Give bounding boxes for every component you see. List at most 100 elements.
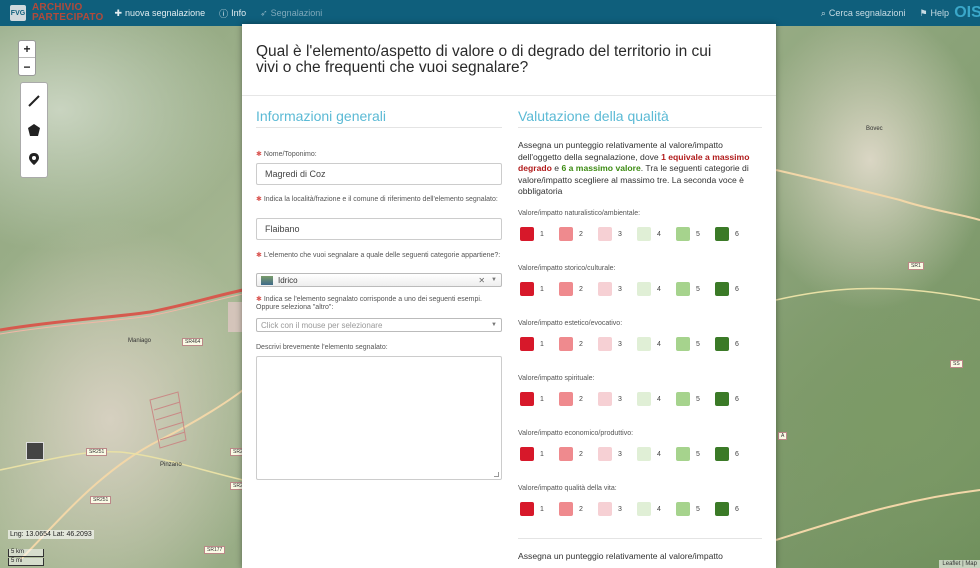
rating-number: 5 — [696, 505, 700, 513]
rating-swatch[interactable] — [637, 447, 651, 461]
rating-option-5[interactable]: 5 — [676, 282, 715, 296]
rating-option-2[interactable]: 2 — [559, 337, 598, 351]
rating-option-4[interactable]: 4 — [637, 282, 676, 296]
rating-option-1[interactable]: 1 — [520, 227, 559, 241]
brand[interactable]: FVG ARCHIVIO PARTECIPATO — [0, 0, 107, 26]
rating-option-1[interactable]: 1 — [520, 392, 559, 406]
rating-option-2[interactable]: 2 — [559, 282, 598, 296]
clear-icon[interactable]: ✕ — [478, 276, 485, 285]
rating-swatch[interactable] — [715, 227, 729, 241]
rating-option-6[interactable]: 6 — [715, 392, 754, 406]
rating-option-3[interactable]: 3 — [598, 337, 637, 351]
required-mark: ✱ — [256, 151, 264, 158]
rating-option-5[interactable]: 5 — [676, 392, 715, 406]
draw-marker-icon[interactable] — [27, 152, 41, 166]
rating-swatch[interactable] — [520, 502, 534, 516]
rating-swatch[interactable] — [559, 447, 573, 461]
resize-handle-icon[interactable] — [494, 472, 499, 477]
rating-swatch[interactable] — [676, 337, 690, 351]
rating-swatch[interactable] — [559, 502, 573, 516]
rating-swatch[interactable] — [637, 282, 651, 296]
nav-reports[interactable]: ➶ Segnalazioni — [253, 0, 329, 26]
name-input[interactable]: Magredi di Coz — [256, 163, 502, 185]
rating-swatch[interactable] — [559, 227, 573, 241]
rating-swatch[interactable] — [715, 502, 729, 516]
rating-swatch[interactable] — [637, 392, 651, 406]
rating-option-4[interactable]: 4 — [637, 227, 676, 241]
rating-swatch[interactable] — [637, 337, 651, 351]
layers-button[interactable] — [26, 442, 44, 460]
rating-option-2[interactable]: 2 — [559, 392, 598, 406]
rating-option-6[interactable]: 6 — [715, 502, 754, 516]
description-textarea[interactable] — [256, 356, 502, 480]
rating-option-4[interactable]: 4 — [637, 392, 676, 406]
nav-search-reports[interactable]: ⌕ Cerca segnalazioni — [814, 0, 913, 26]
rating-swatch[interactable] — [598, 337, 612, 351]
rating-swatch[interactable] — [676, 282, 690, 296]
rating-option-6[interactable]: 6 — [715, 447, 754, 461]
rating-option-4[interactable]: 4 — [637, 447, 676, 461]
rating-option-3[interactable]: 3 — [598, 227, 637, 241]
rating-option-1[interactable]: 1 — [520, 502, 559, 516]
locality-input[interactable]: Flaibano — [256, 218, 502, 240]
rating-swatch[interactable] — [520, 392, 534, 406]
rating-option-6[interactable]: 6 — [715, 282, 754, 296]
rating-option-1[interactable]: 1 — [520, 447, 559, 461]
rating-swatch[interactable] — [676, 447, 690, 461]
rating-option-6[interactable]: 6 — [715, 227, 754, 241]
zoom-in-button[interactable]: + — [19, 41, 35, 59]
nav-info[interactable]: ⓘ Info — [212, 0, 253, 26]
rating-option-3[interactable]: 3 — [598, 392, 637, 406]
rating-swatch[interactable] — [676, 227, 690, 241]
rating-swatch[interactable] — [559, 337, 573, 351]
draw-line-icon[interactable] — [27, 94, 41, 108]
rating-swatch[interactable] — [637, 227, 651, 241]
rating-swatch[interactable] — [559, 392, 573, 406]
draw-toolbar — [20, 82, 48, 178]
rating-number: 4 — [657, 450, 661, 458]
rating-swatch[interactable] — [559, 282, 573, 296]
rating-option-6[interactable]: 6 — [715, 337, 754, 351]
rating-swatch[interactable] — [715, 282, 729, 296]
rating-swatch[interactable] — [715, 447, 729, 461]
rating-option-2[interactable]: 2 — [559, 502, 598, 516]
rating-swatch[interactable] — [715, 337, 729, 351]
rating-swatch[interactable] — [598, 282, 612, 296]
rating-swatch[interactable] — [520, 337, 534, 351]
rating-option-4[interactable]: 4 — [637, 337, 676, 351]
rating-number: 2 — [579, 230, 583, 238]
rating-option-5[interactable]: 5 — [676, 227, 715, 241]
map-attribution[interactable]: Leaflet | Map — [939, 560, 980, 568]
rating-swatch[interactable] — [676, 392, 690, 406]
rating-swatch[interactable] — [520, 227, 534, 241]
example-label: ✱ Indica se l'elemento segnalato corrisp… — [256, 296, 502, 312]
example-select[interactable]: Click con il mouse per selezionare ▼ — [256, 318, 502, 332]
rating-option-3[interactable]: 3 — [598, 282, 637, 296]
rating-option-5[interactable]: 5 — [676, 337, 715, 351]
rating-swatch[interactable] — [520, 447, 534, 461]
rating-option-2[interactable]: 2 — [559, 447, 598, 461]
rating-swatch[interactable] — [715, 392, 729, 406]
rating-option-3[interactable]: 3 — [598, 502, 637, 516]
nav-help[interactable]: ⚑ Help — [912, 0, 956, 26]
rating-option-5[interactable]: 5 — [676, 447, 715, 461]
rating-option-5[interactable]: 5 — [676, 502, 715, 516]
zoom-out-button[interactable]: − — [19, 58, 35, 75]
rating-swatch[interactable] — [676, 502, 690, 516]
rating-option-1[interactable]: 1 — [520, 282, 559, 296]
quality-rule-2 — [518, 538, 762, 539]
rating-option-4[interactable]: 4 — [637, 502, 676, 516]
rating-option-3[interactable]: 3 — [598, 447, 637, 461]
rating-swatch[interactable] — [520, 282, 534, 296]
rating-swatch[interactable] — [598, 392, 612, 406]
category-select[interactable]: Idrico ✕ ▼ — [256, 273, 502, 287]
rating-swatch[interactable] — [598, 447, 612, 461]
rating-swatch[interactable] — [637, 502, 651, 516]
draw-polygon-icon[interactable] — [27, 123, 41, 137]
nav-new-report[interactable]: ✚ nuova segnalazione — [107, 0, 212, 26]
rating-row: 1 2 3 4 5 6 — [520, 447, 754, 461]
rating-option-1[interactable]: 1 — [520, 337, 559, 351]
rating-option-2[interactable]: 2 — [559, 227, 598, 241]
rating-swatch[interactable] — [598, 227, 612, 241]
rating-swatch[interactable] — [598, 502, 612, 516]
